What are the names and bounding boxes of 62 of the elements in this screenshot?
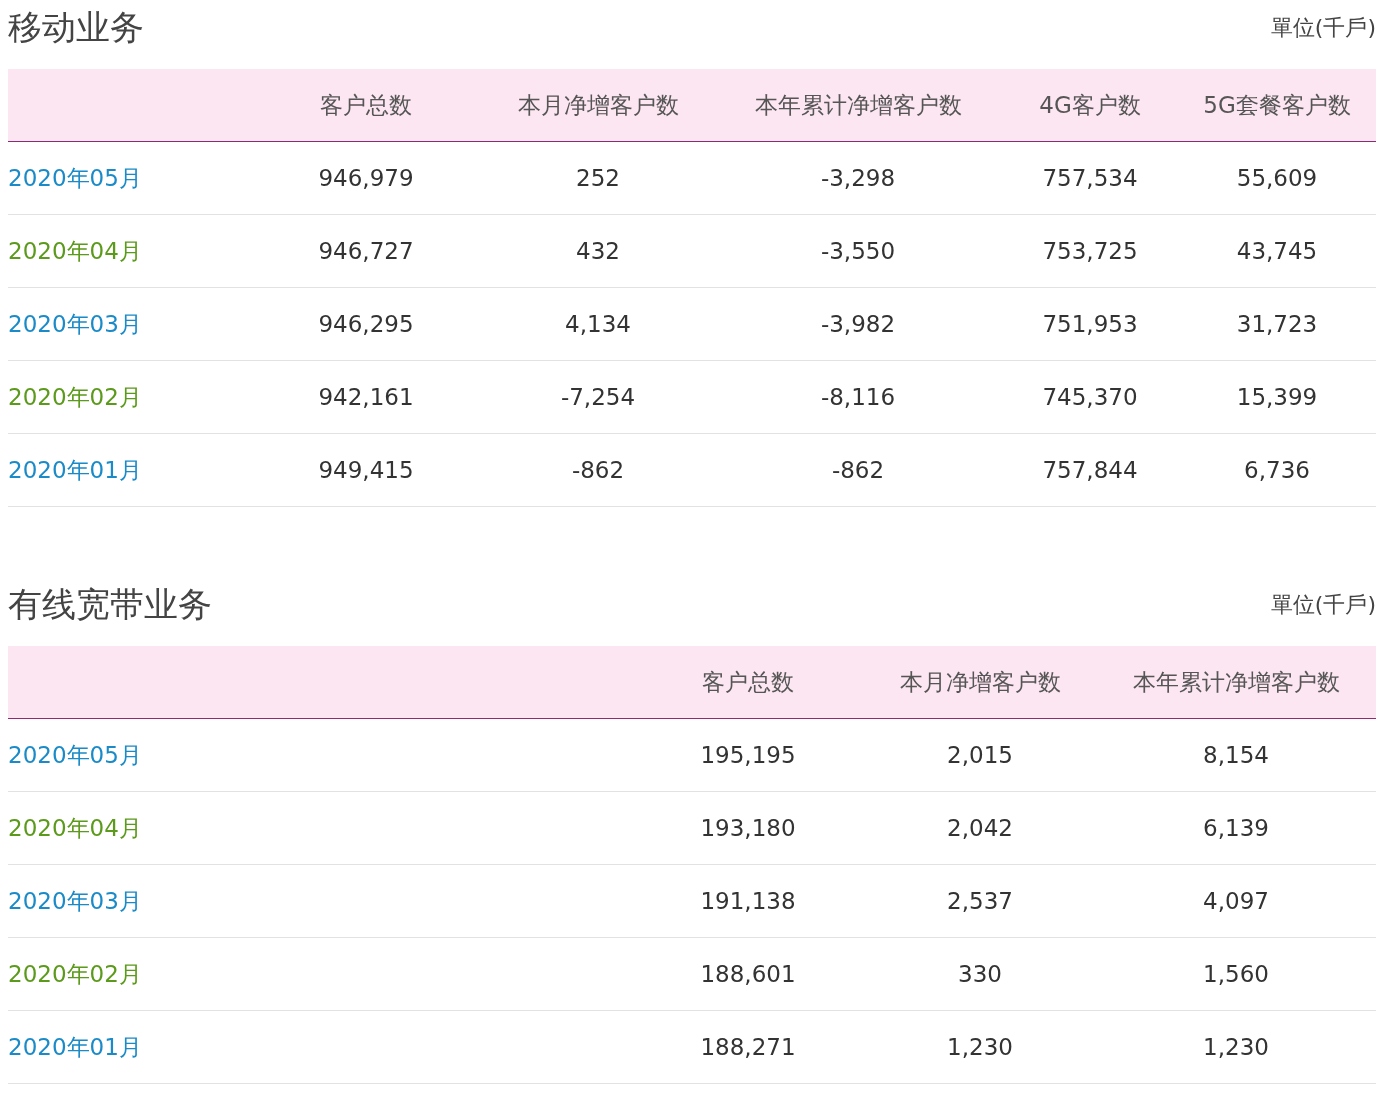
table-cell-text: -3,298 <box>819 165 897 191</box>
table-cell-text: 55,609 <box>1235 165 1319 191</box>
table-cell-text: 753,725 <box>1041 238 1139 264</box>
table-cell-text: -3,550 <box>819 238 897 264</box>
table-cell-text: 757,844 <box>1041 457 1139 483</box>
month-cell-text: 2020年01月 <box>8 1032 143 1062</box>
unit-label: 單位(千戶) <box>1270 14 1376 42</box>
month-cell-text: 2020年02月 <box>8 959 143 989</box>
table-cell-text: 1,230 <box>1202 1034 1270 1060</box>
table-cell-text: 31,723 <box>1235 311 1319 337</box>
column-header: 客户总数 <box>319 90 413 120</box>
month-cell-text: 2020年05月 <box>8 163 143 193</box>
table-cell-text: 757,534 <box>1041 165 1139 191</box>
column-header: 本年累计净增客户数 <box>1131 667 1341 697</box>
table-cell-text: 15,399 <box>1235 384 1319 410</box>
table-cell-text: 1,230 <box>946 1034 1014 1060</box>
table-cell-text: 252 <box>575 165 621 191</box>
column-header: 本月净增客户数 <box>516 90 680 120</box>
table-cell-text: 432 <box>575 238 621 264</box>
table-cell-text: -862 <box>570 457 626 483</box>
table-cell-text: 43,745 <box>1235 238 1319 264</box>
table-cell-text: 195,195 <box>699 742 797 768</box>
table-cell-text: 946,727 <box>317 238 415 264</box>
month-cell-text: 2020年03月 <box>8 886 143 916</box>
table-cell-text: 188,601 <box>699 961 797 987</box>
table-cell-text: 4,134 <box>564 311 632 337</box>
column-header: 本年累计净增客户数 <box>753 90 963 120</box>
unit-label: 單位(千戶) <box>1270 591 1376 619</box>
month-cell-text: 2020年01月 <box>8 455 143 485</box>
table-cell-text: -862 <box>830 457 886 483</box>
table-cell-text: 8,154 <box>1202 742 1270 768</box>
column-header: 客户总数 <box>701 667 795 697</box>
table-cell-text: 193,180 <box>699 815 797 841</box>
table-cell-text: 2,537 <box>946 888 1014 914</box>
table-cell-text: 745,370 <box>1041 384 1139 410</box>
table-cell-text: 6,736 <box>1243 457 1311 483</box>
table-cell-text: 191,138 <box>699 888 797 914</box>
table-cell-text: 4,097 <box>1202 888 1270 914</box>
table-cell-text: 6,139 <box>1202 815 1270 841</box>
column-header: 5G套餐客户数 <box>1202 90 1352 120</box>
section-title: 有线宽带业务 <box>8 583 212 626</box>
table-cell-text: -7,254 <box>559 384 637 410</box>
section-title: 移动业务 <box>8 6 144 49</box>
table-cell-text: 949,415 <box>317 457 415 483</box>
month-cell-text: 2020年04月 <box>8 236 143 266</box>
month-cell-text: 2020年03月 <box>8 309 143 339</box>
table-cell-text: 330 <box>957 961 1003 987</box>
table-cell-text: 188,271 <box>699 1034 797 1060</box>
table-cell-text: -8,116 <box>819 384 897 410</box>
month-cell-text: 2020年05月 <box>8 740 143 770</box>
month-cell-text: 2020年02月 <box>8 382 143 412</box>
column-header: 本月净增客户数 <box>898 667 1062 697</box>
table-cell-text: 1,560 <box>1202 961 1270 987</box>
table-cell-text: 946,295 <box>317 311 415 337</box>
table-cell-text: 946,979 <box>317 165 415 191</box>
table-cell-text: 2,042 <box>946 815 1014 841</box>
month-cell-text: 2020年04月 <box>8 813 143 843</box>
table-cell-text: 2,015 <box>946 742 1014 768</box>
table-cell-text: 751,953 <box>1041 311 1139 337</box>
table-cell-text: 942,161 <box>317 384 415 410</box>
table-cell-text: -3,982 <box>819 311 897 337</box>
column-header: 4G客户数 <box>1038 90 1142 120</box>
